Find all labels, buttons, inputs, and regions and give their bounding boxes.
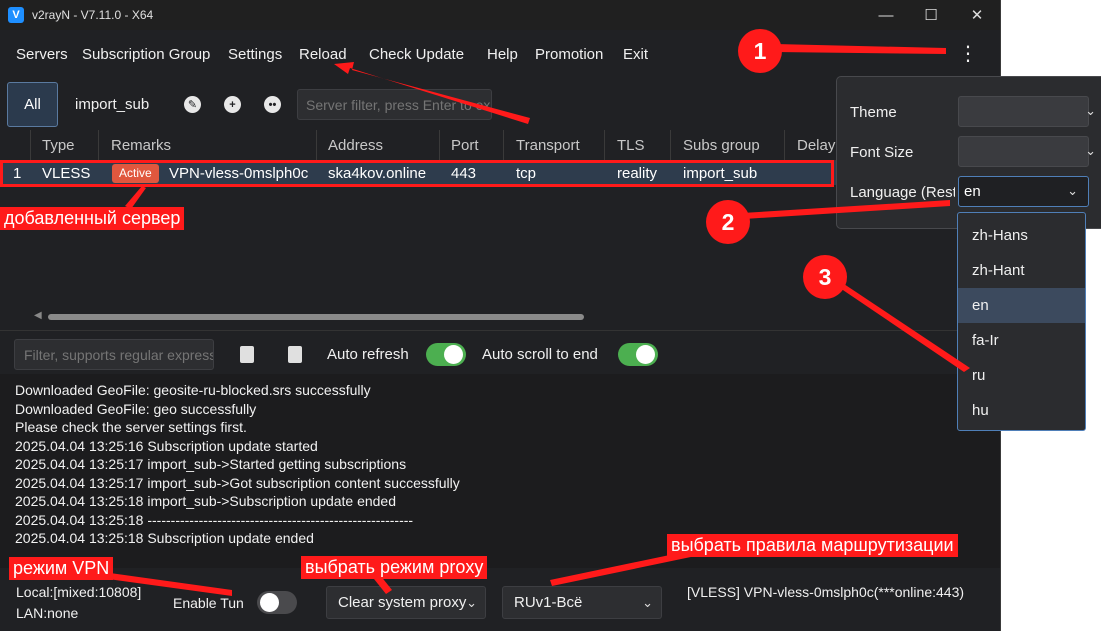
annotation-proxy-mode: выбрать режим proxy	[301, 556, 488, 579]
arrow-3	[834, 280, 970, 372]
arrow-vpn	[108, 573, 232, 596]
arrow-reload	[334, 62, 530, 124]
annotation-vpn-mode: режим VPN	[9, 557, 114, 580]
arrow-1	[775, 44, 946, 54]
annotation-number-2: 2	[706, 200, 750, 244]
arrow-2	[742, 200, 950, 219]
annotation-added-server: добавленный сервер	[0, 207, 185, 230]
annotation-server-highlight	[0, 160, 834, 187]
annotation-number-1: 1	[738, 29, 782, 73]
arrow-server	[125, 186, 146, 209]
annotation-number-3: 3	[803, 255, 847, 299]
annotation-routing-rules: выбрать правила маршрутизации	[667, 534, 958, 557]
